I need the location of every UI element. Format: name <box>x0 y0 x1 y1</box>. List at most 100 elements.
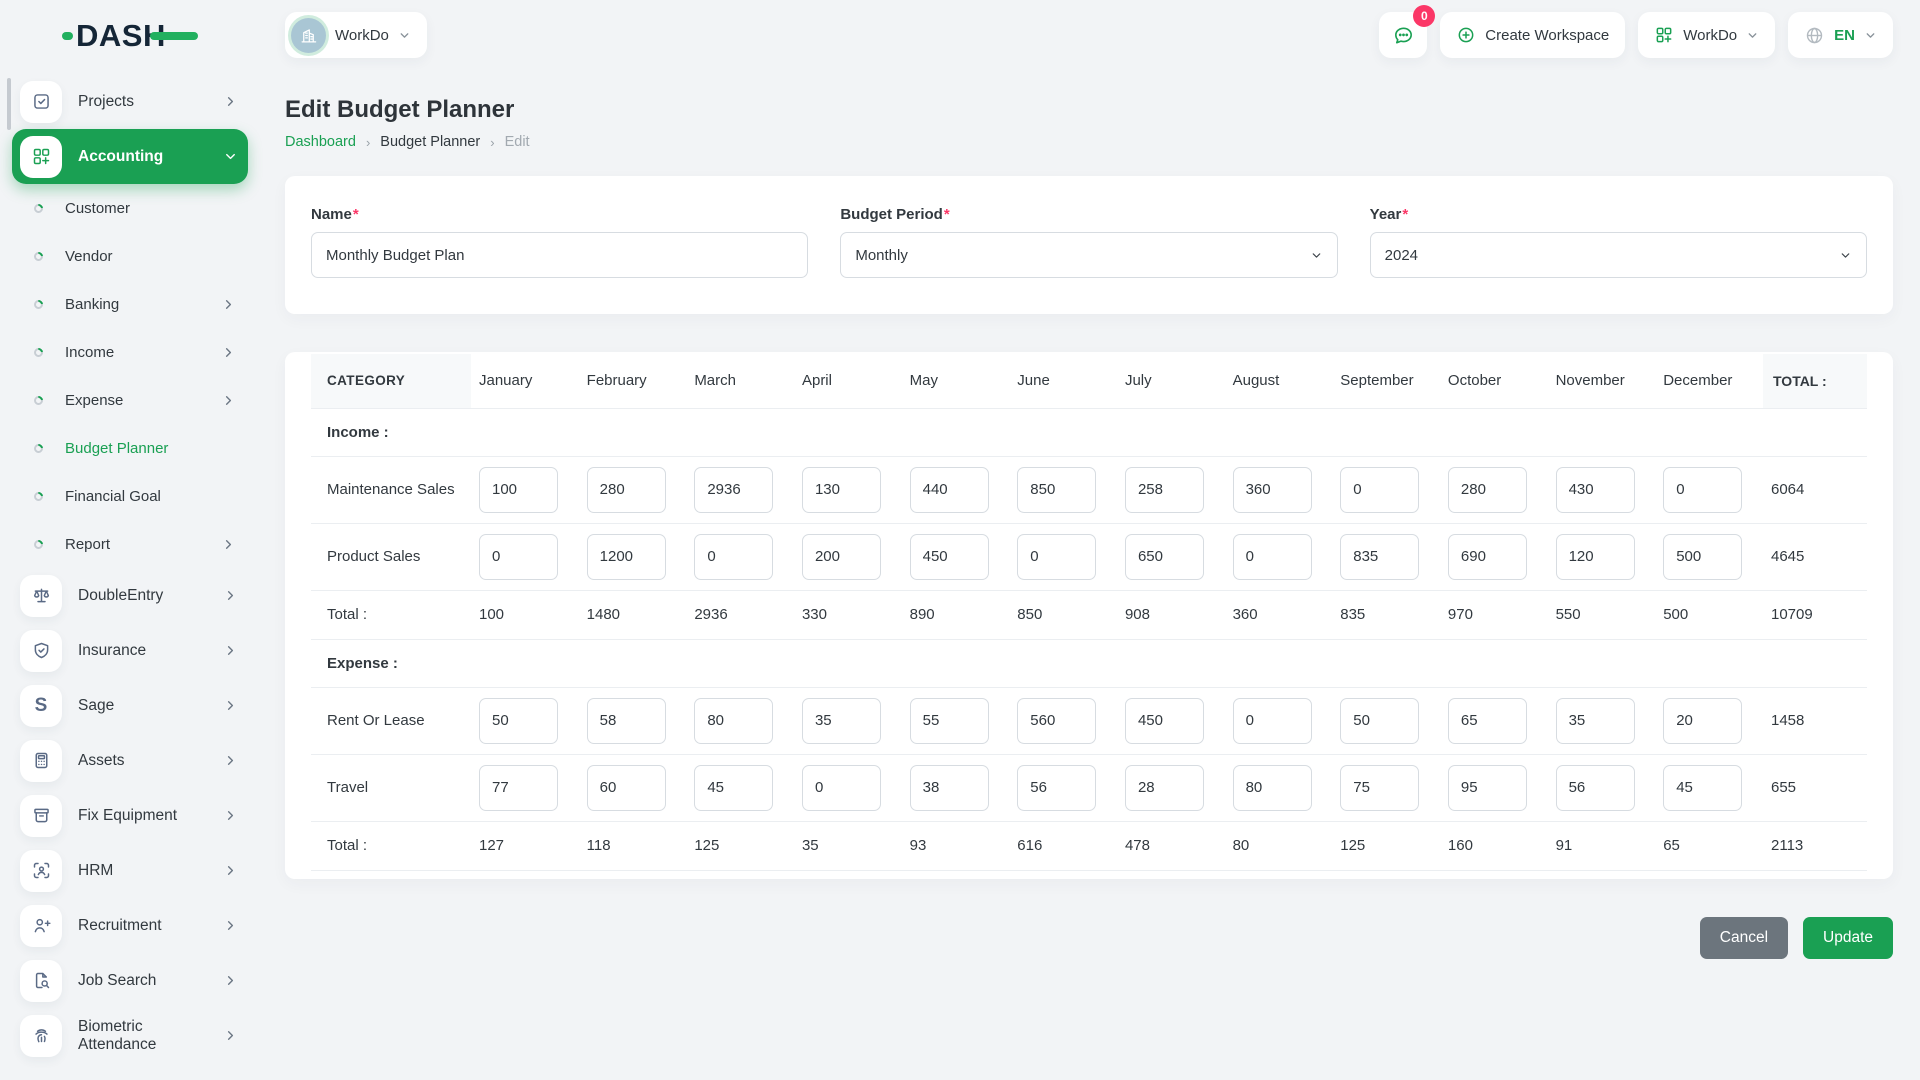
budget-input-travel-august[interactable] <box>1232 764 1312 811</box>
shield-check-icon <box>20 629 62 672</box>
workspace-menu[interactable]: WorkDo <box>1638 12 1776 58</box>
budget-input-maintenance-sales-december[interactable] <box>1663 466 1743 513</box>
budget-input-maintenance-sales-october[interactable] <box>1447 466 1527 513</box>
budget-input-product-sales-june[interactable] <box>1017 533 1097 580</box>
cancel-button[interactable]: Cancel <box>1699 916 1789 959</box>
budget-input-travel-april[interactable] <box>801 764 881 811</box>
sidebar-item-fix-equipment[interactable]: Fix Equipment <box>12 788 248 843</box>
budget-input-product-sales-august[interactable] <box>1232 533 1312 580</box>
budget-input-product-sales-february[interactable] <box>586 533 666 580</box>
budget-input-product-sales-may[interactable] <box>909 533 989 580</box>
budget-input-product-sales-october[interactable] <box>1447 533 1527 580</box>
budget-input-maintenance-sales-january[interactable] <box>479 466 558 513</box>
month-header-may: May <box>901 354 1010 409</box>
sidebar-item-customer[interactable]: Customer <box>12 184 248 232</box>
budget-input-product-sales-july[interactable] <box>1124 533 1204 580</box>
budget-input-rent-or-lease-september[interactable] <box>1340 697 1420 744</box>
messages-button[interactable]: 0 <box>1379 5 1436 58</box>
budget-input-maintenance-sales-april[interactable] <box>801 466 881 513</box>
create-workspace-button[interactable]: Create Workspace <box>1440 12 1626 58</box>
month-header-july: July <box>1116 354 1225 409</box>
sidebar-scrollbar[interactable] <box>7 78 11 130</box>
budget-input-maintenance-sales-august[interactable] <box>1232 466 1312 513</box>
bullet-icon <box>32 297 45 311</box>
sidebar-item-insurance[interactable]: Insurance <box>12 623 248 678</box>
budget-input-maintenance-sales-june[interactable] <box>1017 466 1097 513</box>
budget-input-maintenance-sales-may[interactable] <box>909 466 989 513</box>
budget-input-rent-or-lease-january[interactable] <box>479 697 558 744</box>
sidebar-item-label: Insurance <box>78 641 147 659</box>
budget-input-travel-march[interactable] <box>694 764 774 811</box>
budget-input-travel-january[interactable] <box>479 764 558 811</box>
grid-plus-icon <box>20 135 62 178</box>
row-name: Maintenance Sales <box>311 456 471 524</box>
budget-input-product-sales-december[interactable] <box>1663 533 1743 580</box>
budget-input-product-sales-september[interactable] <box>1340 533 1420 580</box>
budget-input-travel-july[interactable] <box>1124 764 1204 811</box>
sidebar-item-report[interactable]: Report <box>12 520 248 568</box>
breadcrumb-budget-planner[interactable]: Budget Planner <box>380 134 480 150</box>
budget-input-travel-may[interactable] <box>909 764 989 811</box>
bullet-icon <box>32 393 45 407</box>
budget-input-maintenance-sales-july[interactable] <box>1124 466 1204 513</box>
total-cell: 127 <box>471 821 579 871</box>
budget-period-select[interactable]: Monthly <box>840 232 1338 278</box>
sidebar-item-sage[interactable]: S Sage <box>12 678 248 733</box>
total-cell: 550 <box>1547 590 1656 640</box>
total-cell: 908 <box>1116 590 1225 640</box>
chevron-right-icon <box>223 698 238 713</box>
sidebar-item-banking[interactable]: Banking <box>12 280 248 328</box>
budget-input-rent-or-lease-november[interactable] <box>1555 697 1635 744</box>
language-selector[interactable]: EN <box>1788 12 1893 58</box>
sidebar-item-budget-planner[interactable]: Budget Planner <box>12 424 248 472</box>
budget-input-travel-october[interactable] <box>1447 764 1527 811</box>
budget-input-travel-december[interactable] <box>1663 764 1743 811</box>
workspace-selector[interactable]: WorkDo <box>285 12 427 58</box>
sidebar-item-vendor[interactable]: Vendor <box>12 232 248 280</box>
budget-input-maintenance-sales-march[interactable] <box>694 466 774 513</box>
budget-input-rent-or-lease-june[interactable] <box>1017 697 1097 744</box>
sidebar-menu: Projects Accounting Customer Vendor Banking I… <box>0 70 258 1063</box>
budget-input-maintenance-sales-november[interactable] <box>1555 466 1635 513</box>
budget-input-rent-or-lease-october[interactable] <box>1447 697 1527 744</box>
budget-input-rent-or-lease-july[interactable] <box>1124 697 1204 744</box>
sidebar-item-job-search[interactable]: Job Search <box>12 953 248 1008</box>
sidebar-item-projects[interactable]: Projects <box>12 74 248 129</box>
budget-input-rent-or-lease-december[interactable] <box>1663 697 1743 744</box>
breadcrumb-dashboard[interactable]: Dashboard <box>285 134 356 150</box>
sidebar-item-doubleentry[interactable]: DoubleEntry <box>12 568 248 623</box>
section-row-expense: Expense : <box>311 639 1867 688</box>
budget-input-rent-or-lease-march[interactable] <box>694 697 774 744</box>
budget-input-maintenance-sales-september[interactable] <box>1340 466 1420 513</box>
sidebar-item-hrm[interactable]: HRM <box>12 843 248 898</box>
total-cell: 1480 <box>578 590 687 640</box>
budget-input-travel-september[interactable] <box>1340 764 1420 811</box>
budget-input-rent-or-lease-april[interactable] <box>801 697 881 744</box>
year-select[interactable]: 2024 <box>1369 232 1867 278</box>
budget-input-rent-or-lease-february[interactable] <box>586 697 666 744</box>
sidebar-item-financial-goal[interactable]: Financial Goal <box>12 472 248 520</box>
chevron-down-icon <box>1310 249 1323 262</box>
form-actions: Cancel Update <box>285 916 1893 959</box>
sidebar-item-recruitment[interactable]: Recruitment <box>12 898 248 953</box>
budget-input-product-sales-april[interactable] <box>801 533 881 580</box>
budget-input-rent-or-lease-may[interactable] <box>909 697 989 744</box>
sidebar-item-accounting[interactable]: Accounting <box>12 129 248 184</box>
budget-input-travel-june[interactable] <box>1017 764 1097 811</box>
budget-input-product-sales-march[interactable] <box>694 533 774 580</box>
budget-input-travel-november[interactable] <box>1555 764 1635 811</box>
name-input[interactable] <box>311 232 809 278</box>
budget-input-maintenance-sales-february[interactable] <box>586 466 666 513</box>
sidebar-item-expense[interactable]: Expense <box>12 376 248 424</box>
dash-logo[interactable]: DASH <box>62 18 198 54</box>
sidebar-item-income[interactable]: Income <box>12 328 248 376</box>
budget-input-travel-february[interactable] <box>586 764 666 811</box>
budget-input-product-sales-january[interactable] <box>479 533 558 580</box>
budget-row-product-sales: Product Sales 4645 <box>311 523 1867 591</box>
total-cell: 100 <box>471 590 579 640</box>
update-button[interactable]: Update <box>1803 916 1893 959</box>
budget-input-product-sales-november[interactable] <box>1555 533 1635 580</box>
sidebar-item-biometric-attendance[interactable]: Biometric Attendance <box>12 1008 248 1063</box>
sidebar-item-assets[interactable]: Assets <box>12 733 248 788</box>
budget-input-rent-or-lease-august[interactable] <box>1232 697 1312 744</box>
